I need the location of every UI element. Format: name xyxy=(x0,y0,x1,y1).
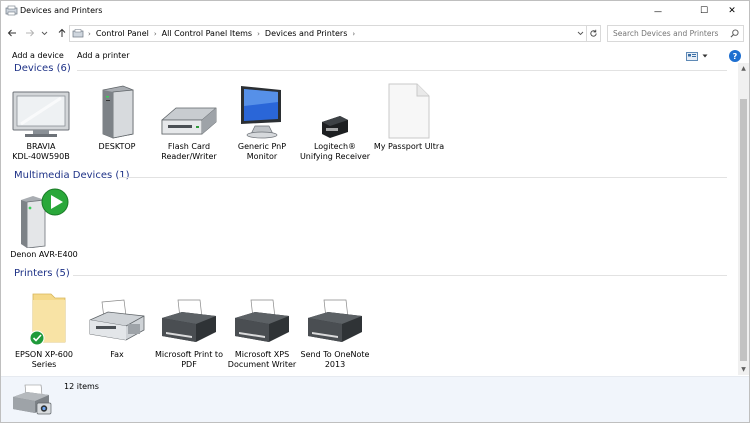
back-arrow-icon xyxy=(7,29,16,37)
up-button[interactable] xyxy=(55,26,69,40)
breadcrumb-all-control-panel-items[interactable]: All Control Panel Items xyxy=(159,29,255,38)
back-button[interactable] xyxy=(5,26,19,40)
forward-button[interactable] xyxy=(23,26,37,40)
search-input[interactable] xyxy=(608,26,726,41)
help-button[interactable]: ? xyxy=(729,50,741,62)
add-device-button[interactable]: Add a device xyxy=(12,51,64,60)
tv-icon xyxy=(3,78,79,140)
printer-item-send-to-onenote[interactable]: Send To OneNote 2013 xyxy=(297,286,373,370)
printer-item-epson-xp-600[interactable]: EPSON XP-600 Series xyxy=(6,286,82,370)
device-item-bravia[interactable]: BRAVIA KDL-40W590B xyxy=(3,78,79,162)
blank-file-icon xyxy=(371,78,447,140)
breadcrumb-separator-icon[interactable]: › xyxy=(350,30,357,38)
printer-icon xyxy=(151,286,227,348)
up-arrow-icon xyxy=(58,28,66,37)
address-history-button[interactable] xyxy=(573,26,587,41)
title-bar: Devices and Printers — ☐ ✕ xyxy=(1,1,749,21)
device-item-flash-card-reader[interactable]: Flash Card Reader/Writer xyxy=(151,78,227,162)
printer-label: Fax xyxy=(110,350,124,359)
monitor-icon xyxy=(224,78,300,140)
device-label: Generic PnP Monitor xyxy=(237,142,287,161)
close-icon: ✕ xyxy=(728,6,736,16)
fax-icon xyxy=(79,286,155,348)
device-label: Logitech® Unifying Receiver xyxy=(299,142,371,161)
breadcrumb-separator-icon[interactable]: › xyxy=(255,30,262,38)
recent-locations-button[interactable] xyxy=(39,26,49,40)
add-printer-button[interactable]: Add a printer xyxy=(77,51,129,60)
chevron-down-icon xyxy=(41,31,47,35)
address-bar-row: › Control Panel › All Control Panel Item… xyxy=(1,21,749,45)
device-label: DESKTOP xyxy=(98,142,136,151)
printer-label: Microsoft Print to PDF xyxy=(155,350,223,369)
printer-item-fax[interactable]: Fax xyxy=(79,286,155,360)
breadcrumb-separator-icon: › xyxy=(88,29,91,38)
group-divider xyxy=(119,177,727,178)
scroll-up-icon[interactable]: ▲ xyxy=(738,63,749,74)
printer-item-ms-print-to-pdf[interactable]: Microsoft Print to PDF xyxy=(151,286,227,370)
devices-and-printers-large-icon xyxy=(11,383,53,419)
computer-tower-icon xyxy=(79,78,155,140)
printer-label: Microsoft XPS Document Writer xyxy=(227,350,297,369)
breadcrumb-control-panel[interactable]: Control Panel xyxy=(93,29,152,38)
printer-folder-default-icon xyxy=(6,286,82,348)
search-icon[interactable] xyxy=(730,29,739,40)
device-label: My Passport Ultra xyxy=(373,142,445,151)
printer-label: Send To OneNote 2013 xyxy=(300,350,370,369)
device-item-logitech-receiver[interactable]: Logitech® Unifying Receiver xyxy=(297,78,373,162)
address-box[interactable]: › Control Panel › All Control Panel Item… xyxy=(69,25,587,42)
device-item-my-passport-ultra[interactable]: My Passport Ultra xyxy=(371,78,447,152)
printer-label: EPSON XP-600 Series xyxy=(14,350,74,369)
vertical-scrollbar[interactable]: ▲ ▼ xyxy=(738,63,749,375)
close-button[interactable]: ✕ xyxy=(715,1,749,21)
group-header-printers[interactable]: Printers (5) xyxy=(14,268,70,282)
group-divider xyxy=(77,70,727,71)
device-label: Flash Card Reader/Writer xyxy=(161,142,217,161)
group-divider xyxy=(73,275,727,276)
chevron-down-icon xyxy=(702,54,708,58)
refresh-icon xyxy=(590,29,597,37)
help-icon: ? xyxy=(732,51,738,61)
minimize-icon: — xyxy=(654,6,662,16)
device-label: Denon AVR-E400 xyxy=(10,250,78,259)
group-header-multimedia[interactable]: Multimedia Devices (1) xyxy=(14,170,130,184)
breadcrumb-devices-and-printers[interactable]: Devices and Printers xyxy=(262,29,350,38)
chevron-down-icon xyxy=(577,31,583,36)
scroll-down-icon[interactable]: ▼ xyxy=(738,364,749,375)
maximize-icon: ☐ xyxy=(699,6,709,16)
scrollbar-thumb[interactable] xyxy=(740,99,747,361)
device-item-denon-avr[interactable]: Denon AVR-E400 xyxy=(6,186,82,260)
refresh-button[interactable] xyxy=(587,25,601,42)
devices-and-printers-window: Devices and Printers — ☐ ✕ › Control Pan… xyxy=(0,0,750,423)
card-reader-icon xyxy=(151,78,227,140)
minimize-button[interactable]: — xyxy=(641,1,675,21)
media-device-icon xyxy=(6,186,82,248)
device-item-generic-pnp-monitor[interactable]: Generic PnP Monitor xyxy=(224,78,300,162)
item-count: 12 items xyxy=(64,382,99,391)
details-pane: 12 items xyxy=(1,376,749,422)
view-options-icon xyxy=(686,51,698,61)
printer-icon xyxy=(224,286,300,348)
breadcrumb: › Control Panel › All Control Panel Item… xyxy=(72,26,357,41)
devices-content-pane: Devices (6) BRAVIA KDL-40W590B DESKTOP F… xyxy=(1,63,738,375)
device-item-desktop[interactable]: DESKTOP xyxy=(79,78,155,152)
printer-icon xyxy=(297,286,373,348)
control-panel-icon xyxy=(72,28,84,39)
printer-item-ms-xps-document-writer[interactable]: Microsoft XPS Document Writer xyxy=(224,286,300,370)
usb-receiver-icon xyxy=(297,78,373,140)
breadcrumb-separator-icon[interactable]: › xyxy=(152,30,159,38)
devices-and-printers-app-icon xyxy=(5,5,18,16)
window-title: Devices and Printers xyxy=(20,6,103,15)
device-label: BRAVIA KDL-40W590B xyxy=(12,142,70,161)
search-box[interactable] xyxy=(607,25,744,42)
change-view-button[interactable] xyxy=(686,50,712,62)
group-header-devices[interactable]: Devices (6) xyxy=(14,63,71,77)
forward-arrow-icon xyxy=(26,29,35,37)
